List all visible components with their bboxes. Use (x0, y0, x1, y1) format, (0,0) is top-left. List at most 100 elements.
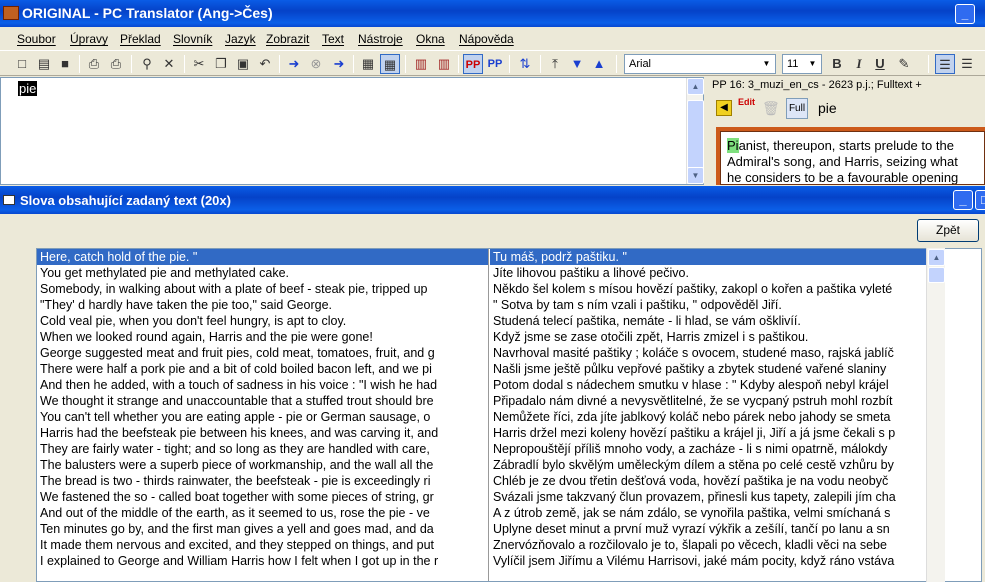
align-center-icon[interactable]: ☰ (957, 54, 977, 74)
target-row[interactable]: Znervózňovalo a rozčilovalo je to, šlapa… (490, 537, 942, 553)
back-arrow-icon[interactable]: ◀ (716, 100, 732, 116)
minimize-icon[interactable]: _ (955, 4, 975, 24)
dialog-maximize-icon[interactable]: □ (975, 190, 985, 210)
menu-item-9[interactable]: Nápověda (459, 32, 514, 46)
source-row[interactable]: And then he added, with a touch of sadne… (37, 377, 488, 393)
target-row[interactable]: A z útrob země, jak se nám zdálo, se vyn… (490, 505, 942, 521)
source-row[interactable]: We thought it strange and unaccountable … (37, 393, 488, 409)
source-row[interactable]: When we looked round again, Harris and t… (37, 329, 488, 345)
scroll-thumb[interactable] (687, 100, 704, 172)
dialog-minimize-icon[interactable]: _ (953, 190, 973, 210)
bold-button[interactable]: B (827, 54, 847, 74)
target-row[interactable]: Harris držel mezi koleny hovězí paštiku … (490, 425, 942, 441)
paste-icon[interactable]: ▣ (233, 54, 253, 74)
find-replace-icon[interactable]: ⚲ (137, 54, 157, 74)
print-preview-icon[interactable]: ⎙ (106, 54, 126, 74)
source-row[interactable]: It made them nervous and excited, and th… (37, 537, 488, 553)
fulltext-search-term[interactable]: pie (818, 100, 837, 116)
font-select[interactable]: Arial ▼ (624, 54, 776, 74)
print-icon[interactable]: ⎙ (84, 54, 104, 74)
open-folder-icon[interactable]: ▤ (34, 54, 54, 74)
scroll-down-icon[interactable]: ▼ (687, 167, 704, 184)
source-row[interactable]: George suggested meat and fruit pies, co… (37, 345, 488, 361)
target-row[interactable]: Tu máš, podrž paštiku. " (490, 249, 942, 265)
undo-icon[interactable]: ↶ (255, 54, 275, 74)
full-button[interactable]: Full (786, 98, 808, 119)
italic-button[interactable]: I (849, 54, 869, 74)
menu-item-3[interactable]: Slovník (173, 32, 212, 46)
editor-scrollbar[interactable]: ▲ ▼ (686, 78, 704, 184)
copy-icon[interactable]: ❐ (211, 54, 231, 74)
source-row[interactable]: Harris had the beefsteak pie between his… (37, 425, 488, 441)
target-row[interactable]: Nepropouštějí příliš mnoho vody, a zachá… (490, 441, 942, 457)
font-size-select[interactable]: 11 ▼ (782, 54, 822, 74)
target-row[interactable]: Potom dodal s nádechem smutku v hlase : … (490, 377, 942, 393)
books-icon[interactable]: ▥ (411, 54, 431, 74)
target-row[interactable]: Vylíčil jsem Jiřímu a Vilému Harrisovi, … (490, 553, 942, 569)
scroll-up-icon[interactable]: ▲ (687, 78, 704, 95)
source-row[interactable]: You get methylated pie and methylated ca… (37, 265, 488, 281)
menu-item-4[interactable]: Jazyk (225, 32, 256, 46)
translate-forward-icon[interactable]: ➜ (284, 54, 304, 74)
source-row[interactable]: We fastened the so - called boat togethe… (37, 489, 488, 505)
target-row[interactable]: " Sotva by tam s ním vzali i paštiku, " … (490, 297, 942, 313)
target-row[interactable]: Jíte lihovou paštiku a lihové pečivo. (490, 265, 942, 281)
target-row[interactable]: Uplyne deset minut a první muž vyrazí vý… (490, 521, 942, 537)
books-edit-icon[interactable]: ▥ (434, 54, 454, 74)
target-row[interactable]: Studená telecí paštika, nemáte - li hlad… (490, 313, 942, 329)
source-row[interactable]: Somebody, in walking about with a plate … (37, 281, 488, 297)
source-row[interactable]: There were half a pork pie and a bit of … (37, 361, 488, 377)
clear-icon[interactable]: ✕ (159, 54, 179, 74)
menu-item-5[interactable]: Zobrazit (266, 32, 309, 46)
source-row[interactable]: And out of the middle of the earth, as i… (37, 505, 488, 521)
scroll-up-icon[interactable]: ▲ (928, 249, 945, 266)
source-row[interactable]: The balusters were a superb piece of wor… (37, 457, 488, 473)
swap-icon[interactable]: ⇅ (515, 54, 535, 74)
source-row[interactable]: They are fairly water - tight; and so lo… (37, 441, 488, 457)
menu-item-8[interactable]: Okna (416, 32, 445, 46)
edit-icon[interactable]: Edit (738, 98, 755, 118)
preview-frame: Pianist, thereupon, starts prelude to th… (716, 127, 985, 185)
source-editor[interactable]: pie ▲ ▼ (0, 77, 704, 185)
results-scrollbar[interactable]: ▲ (926, 248, 945, 582)
target-row[interactable]: Našli jsme ještě půlku vepřové paštiky a… (490, 361, 942, 377)
source-row[interactable]: Here, catch hold of the pie. " (37, 249, 488, 265)
target-row[interactable]: Zábradlí bylo skvělým uměleckým dílem a … (490, 457, 942, 473)
cut-icon[interactable]: ✂ (189, 54, 209, 74)
source-row[interactable]: I explained to George and William Harris… (37, 553, 488, 569)
move-down-icon[interactable]: ▼ (567, 54, 587, 74)
back-button[interactable]: Zpět (917, 219, 979, 242)
target-row[interactable]: Nemůžete říci, zda jíte jablkový koláč n… (490, 409, 942, 425)
source-row[interactable]: You can't tell whether you are eating ap… (37, 409, 488, 425)
dictionary-icon[interactable]: ▦ (358, 54, 378, 74)
highlight-icon[interactable]: ✎ (894, 54, 914, 74)
target-row[interactable]: Svázali jsme takzvaný člun provazem, při… (490, 489, 942, 505)
menu-item-6[interactable]: Text (322, 32, 344, 46)
align-left-icon[interactable]: ☰ (935, 54, 955, 74)
next-arrow-icon[interactable]: ➜ (329, 54, 349, 74)
source-row[interactable]: Ten minutes go by, and the first man giv… (37, 521, 488, 537)
target-row[interactable]: Někdo šel kolem s mísou hovězí paštiky, … (490, 281, 942, 297)
underline-button[interactable]: U (870, 54, 890, 74)
target-row[interactable]: Připadalo nám divné a nevysvětlitelné, ž… (490, 393, 942, 409)
source-row[interactable]: The bread is two - thirds rainwater, the… (37, 473, 488, 489)
menu-item-7[interactable]: Nástroje (358, 32, 403, 46)
save-icon[interactable]: ■ (55, 54, 75, 74)
move-up-icon[interactable]: ⤒ (545, 54, 565, 74)
menu-item-1[interactable]: Úpravy (70, 32, 108, 46)
new-file-icon[interactable]: □ (12, 54, 32, 74)
move-top-icon[interactable]: ▲ (589, 54, 609, 74)
pp-toggle-icon[interactable]: PP (463, 54, 483, 74)
target-row[interactable]: Chléb je ze dvou třetin dešťová voda, ho… (490, 473, 942, 489)
target-row[interactable]: Navrhoval masité paštiky ; koláče s ovoc… (490, 345, 942, 361)
grid-view-icon[interactable]: ▦ (380, 54, 400, 74)
stop-icon[interactable]: ⊗ (306, 54, 326, 74)
scroll-thumb[interactable] (928, 267, 945, 283)
target-row[interactable]: Když jsme se zase otočili zpět, Harris z… (490, 329, 942, 345)
menu-item-0[interactable]: Soubor (17, 32, 56, 46)
source-row[interactable]: "They' d hardly have taken the pie too,"… (37, 297, 488, 313)
pp-alt-icon[interactable]: PP (485, 54, 505, 74)
source-row[interactable]: Cold veal pie, when you don't feel hungr… (37, 313, 488, 329)
menu-item-2[interactable]: Překlad (120, 32, 161, 46)
trash-icon[interactable]: 🗑 (762, 100, 780, 117)
